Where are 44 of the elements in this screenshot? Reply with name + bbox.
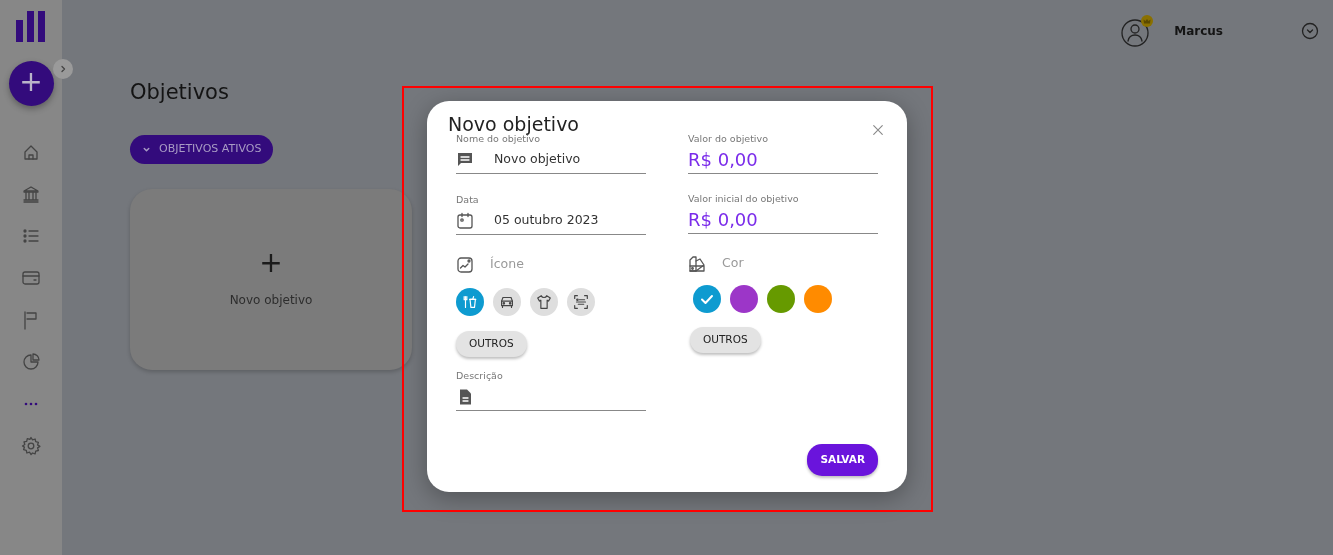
bank-icon[interactable] <box>21 184 41 204</box>
user-name: Marcus <box>1174 23 1223 40</box>
dialog-title: Novo objetivo <box>448 113 580 135</box>
new-goal-card[interactable]: + Novo objetivo <box>130 188 412 370</box>
field-label: Data <box>456 193 480 208</box>
color-swatch[interactable] <box>730 285 758 314</box>
wallet-icon[interactable] <box>21 268 41 288</box>
expand-button[interactable] <box>53 59 73 79</box>
calendar-icon <box>456 211 474 230</box>
more-colors-button[interactable]: OUTROS <box>690 327 761 353</box>
chevron-right-icon <box>58 64 68 74</box>
close-icon <box>872 123 884 136</box>
field-label: Valor inicial do objetivo <box>688 192 800 207</box>
color-swatch[interactable] <box>693 285 721 314</box>
field-label: Valor do objetivo <box>688 131 769 146</box>
input-field[interactable]: 05 outubro 2023 <box>456 207 646 236</box>
message-icon <box>456 150 474 169</box>
more-icons-button[interactable]: OUTROS <box>456 331 527 357</box>
card-label: Novo objetivo <box>229 292 313 310</box>
plus-sign: + <box>259 249 283 278</box>
section-label: Ícone <box>490 255 524 274</box>
input-field[interactable]: Novo objetivo <box>456 146 646 175</box>
amount-field[interactable]: R$ 0,00 <box>688 146 878 175</box>
dropdown-icon[interactable] <box>1301 22 1319 40</box>
logo-icon <box>16 8 46 42</box>
color-swatch[interactable] <box>804 285 832 314</box>
add-button[interactable]: + <box>8 61 54 106</box>
palette-icon <box>688 254 706 273</box>
filter-button[interactable]: OBJETIVOS ATIVOS <box>130 135 274 164</box>
user-avatar-icon <box>1120 14 1155 48</box>
shirt-icon <box>535 293 553 312</box>
section-label: Cor <box>722 254 744 273</box>
icon-option[interactable] <box>530 288 558 317</box>
scan-icon <box>572 293 590 312</box>
settings-icon[interactable] <box>21 436 41 456</box>
icon-option[interactable] <box>493 288 521 317</box>
icon-option[interactable] <box>567 288 595 317</box>
field-label: Descrição <box>456 368 504 383</box>
image-icon <box>456 255 474 274</box>
page-title: Objetivos <box>130 80 230 106</box>
pie-chart-icon[interactable] <box>21 352 41 372</box>
amount-field[interactable]: R$ 0,00 <box>688 206 878 235</box>
color-swatch[interactable] <box>767 285 795 314</box>
save-button[interactable]: SALVAR <box>807 444 878 476</box>
